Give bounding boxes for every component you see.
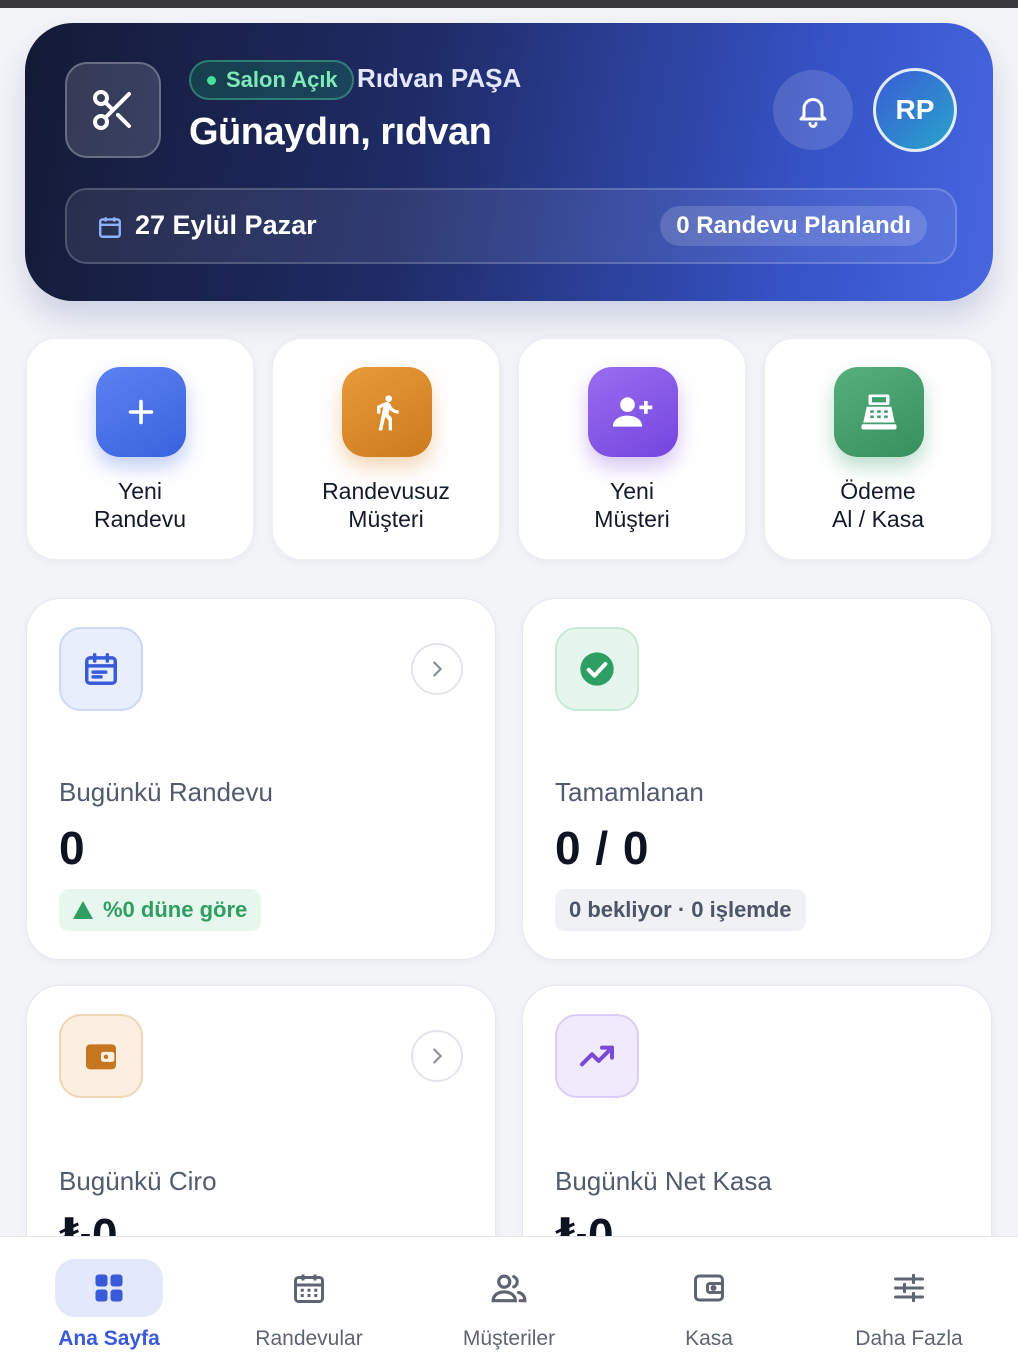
quick-action-label: Randevusuz Müşteri [322,478,450,532]
salon-status-text: Salon Açık [226,67,338,92]
nav-home[interactable]: Ana Sayfa [9,1237,209,1368]
stat-label: Bugünkü Randevu [59,777,273,807]
nav-label: Ana Sayfa [58,1327,160,1350]
add-user-icon [588,367,678,457]
trend-up-icon [73,901,93,919]
today-appointments-card[interactable]: Bugünkü Randevu 0 %0 düne göre [26,598,496,960]
walk-in-customer-button[interactable]: Randevusuz Müşteri [272,338,500,560]
sliders-icon [855,1259,963,1317]
status-dot-icon [207,75,216,85]
quick-action-label: Ödeme Al / Kasa [831,478,925,532]
nav-more[interactable]: Daha Fazla [809,1237,1009,1368]
bell-icon [799,98,827,128]
plus-icon [96,367,186,457]
owner-name: Rıdvan PAŞA [357,63,522,93]
users-icon [455,1259,563,1317]
stat-label: Bugünkü Net Kasa [555,1166,772,1196]
pending-text: 0 bekliyor · 0 işlemde [569,897,792,922]
stat-label: Bugünkü Ciro [59,1166,217,1196]
salon-status-badge: Salon Açık [189,60,354,100]
header-card: Salon Açık Rıdvan PAŞA Günaydın, rıdvan … [25,23,993,301]
date-bar: 27 Eylül Pazar 0 Randevu Planlandı [65,188,957,264]
trend-text: %0 düne göre [103,897,248,922]
walking-person-icon [342,367,432,457]
nav-appointments[interactable]: Randevular [209,1237,409,1368]
current-date: 27 Eylül Pazar [135,210,317,240]
stat-value: 0 / 0 [555,822,650,874]
wallet-icon [655,1259,763,1317]
nav-cashbox[interactable]: Kasa [609,1237,809,1368]
new-customer-button[interactable]: Yeni Müşteri [518,338,746,560]
calendar-icon [59,627,143,711]
salon-logo [65,62,161,158]
nav-customers[interactable]: Müşteriler [409,1237,609,1368]
nav-label: Daha Fazla [855,1327,963,1350]
quick-action-label: Yeni Randevu [93,478,187,532]
completed-card[interactable]: Tamamlanan 0 / 0 0 bekliyor · 0 işlemde [522,598,992,960]
chevron-right-icon[interactable] [411,643,463,695]
trend-badge: %0 düne göre [59,889,262,931]
nav-label: Kasa [685,1327,733,1350]
payment-cashbox-button[interactable]: Ödeme Al / Kasa [764,338,992,560]
quick-action-label: Yeni Müşteri [594,478,670,532]
scissors-icon [93,90,131,130]
calendar-icon [99,217,121,238]
wallet-icon [59,1014,143,1098]
trending-up-icon [555,1014,639,1098]
notifications-button[interactable] [773,70,853,150]
new-appointment-button[interactable]: Yeni Randevu [26,338,254,560]
grid-icon [55,1259,163,1317]
pending-status-badge: 0 bekliyor · 0 işlemde [555,889,806,931]
greeting-title: Günaydın, rıdvan [189,111,492,153]
chevron-right-icon[interactable] [411,1030,463,1082]
appointments-planned-badge[interactable]: 0 Randevu Planlandı [660,206,927,246]
avatar[interactable]: RP [873,68,957,152]
nav-label: Randevular [255,1327,363,1350]
avatar-initials: RP [895,94,935,125]
stat-label: Tamamlanan [555,777,704,807]
cash-register-icon [834,367,924,457]
nav-label: Müşteriler [462,1327,556,1350]
stat-value: 0 [59,822,86,874]
bottom-navigation: Ana Sayfa Randevular Müşteriler Kasa Dah… [0,1236,1018,1368]
check-circle-icon [555,627,639,711]
status-bar-edge [0,0,1018,8]
calendar-icon [255,1259,363,1317]
